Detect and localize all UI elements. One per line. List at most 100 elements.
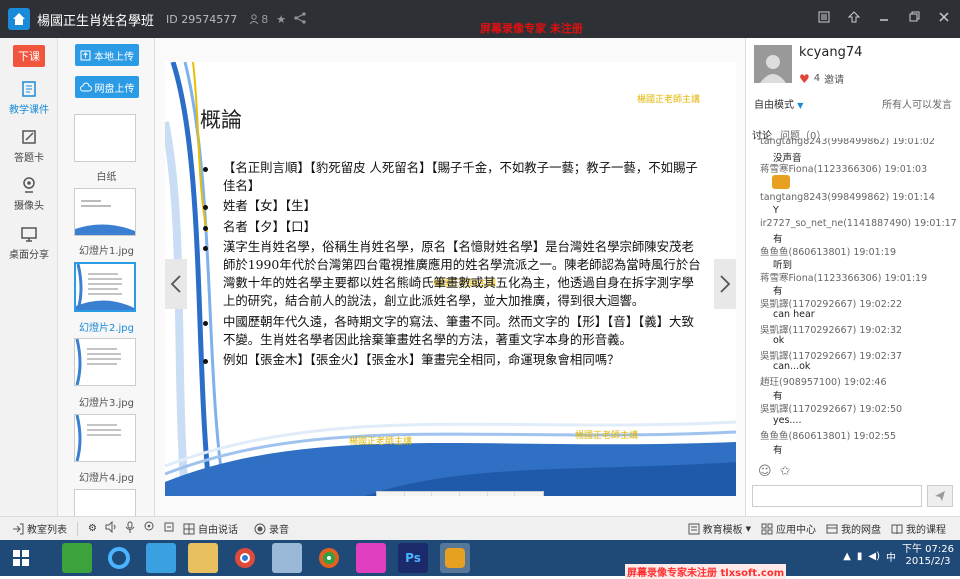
chat-body: can hear [773, 309, 815, 320]
my-cloud-label: 我的网盘 [841, 525, 881, 536]
my-cloud-button[interactable]: 我的网盘 [826, 521, 881, 536]
cloud-upload-button[interactable]: 网盘上传 [75, 76, 139, 98]
my-courses-button[interactable]: 我的课程 [891, 521, 946, 536]
thumb-slide-2[interactable] [74, 262, 136, 312]
camera-small-icon[interactable] [143, 521, 155, 536]
record-icon [254, 523, 266, 534]
app-center-label: 应用中心 [776, 525, 816, 536]
desktop-share-icon [20, 225, 38, 243]
thumb-label: 幻燈片1.jpg [78, 246, 134, 257]
classroom-app-icon[interactable] [440, 543, 470, 573]
free-speech-label: 自由说话 [197, 525, 238, 536]
clock[interactable]: 下午 07:26 2015/2/3 [902, 544, 954, 568]
chat-input[interactable] [752, 485, 922, 507]
calculator-icon[interactable] [272, 543, 302, 573]
chat-app-icon[interactable] [146, 543, 176, 573]
redo-icon[interactable] [488, 492, 516, 496]
prev-slide-button[interactable] [165, 259, 187, 309]
chat-header: 吳凱譯(1170292667) 19:02:37 [760, 351, 903, 362]
mic-icon[interactable] [125, 521, 135, 536]
username: kcyang74 [799, 45, 863, 60]
bullet-item: 中國歷朝年代久遠，各時期文字的寫法、筆畫不同。然而文字的【形】【音】【義】大致不… [203, 313, 703, 349]
color-wheel-icon[interactable] [314, 543, 344, 573]
emoticon-icon [772, 175, 790, 189]
volume-icon[interactable]: ◀) [868, 551, 880, 562]
record-label: 录音 [268, 525, 289, 536]
upload-icon[interactable] [846, 9, 862, 25]
star-icon[interactable]: ★ [276, 13, 286, 26]
thumb-slide-3[interactable] [74, 338, 136, 386]
nav-courseware[interactable]: 教学课件 [0, 80, 58, 116]
clock-date: 2015/2/3 [905, 556, 951, 567]
chat-body: yes.... [773, 415, 802, 426]
thumb-blank[interactable] [74, 114, 136, 162]
input-language[interactable]: 中 [886, 549, 896, 564]
ie-icon[interactable] [104, 543, 134, 573]
home-icon[interactable] [8, 8, 30, 30]
thumb-slide-4[interactable] [74, 414, 136, 462]
chevron-right-icon [720, 275, 731, 293]
invite-link[interactable]: 邀请 [824, 71, 844, 86]
star-icon[interactable]: ✩ [780, 464, 791, 479]
undo-icon[interactable] [460, 492, 488, 496]
notes-icon[interactable] [816, 9, 832, 25]
chat-body: ok [773, 335, 785, 346]
share-icon[interactable] [294, 11, 306, 27]
nav-answer-card[interactable]: 答题卡 [0, 128, 58, 164]
grid-icon [183, 523, 195, 534]
text-icon[interactable]: A [405, 492, 433, 496]
restore-icon[interactable] [906, 9, 922, 25]
chat-header: ir2727_so_net_ne(1141887490) 19:01:17 [760, 218, 957, 229]
pen-icon[interactable] [377, 492, 405, 496]
record-button[interactable]: 录音 [254, 521, 289, 536]
bottom-toolbar: 教室列表 ⚙ 自由说话 录音 教育模板 ▼ 应用中心 我的网盘 我的课程 [0, 516, 960, 540]
book-icon [891, 524, 903, 534]
free-speech-button[interactable]: 自由说话 [183, 521, 238, 536]
chat-header: 吳凱譯(1170292667) 19:02:50 [760, 404, 903, 415]
end-class-button[interactable]: 下课 [13, 45, 45, 67]
room-list-button[interactable]: 教室列表 [12, 521, 67, 536]
app-magenta-icon[interactable] [356, 543, 386, 573]
nav-desktop-share[interactable]: 桌面分享 [0, 225, 58, 261]
emoji-icon[interactable]: ☺ [758, 464, 772, 479]
avatar[interactable] [754, 45, 792, 83]
bullet-item: 【名正則言順】【豹死留皮 人死留名】【賜子千金，不如教子一藝；教子一藝，不如賜子… [203, 159, 703, 195]
system-tray: ▲ ▮ ◀) 中 下午 07:26 2015/2/3 [843, 544, 954, 568]
close-icon[interactable] [936, 9, 952, 25]
speaker-icon[interactable] [105, 520, 117, 536]
eraser-icon[interactable] [432, 492, 461, 496]
photoshop-icon[interactable]: Ps [398, 543, 428, 573]
folder-icon[interactable] [188, 543, 218, 573]
room-list-label: 教室列表 [27, 525, 67, 536]
hand-icon[interactable] [163, 521, 175, 536]
nav-camera[interactable]: 摄像头 [0, 176, 58, 212]
thumb-slide-5[interactable] [74, 489, 136, 516]
courseware-icon [20, 80, 38, 98]
chrome-icon[interactable] [230, 543, 260, 573]
lock-icon[interactable] [515, 492, 543, 496]
app-center-button[interactable]: 应用中心 [761, 521, 816, 536]
thumb-slide-1[interactable] [74, 188, 136, 236]
next-slide-button[interactable] [714, 259, 736, 309]
network-icon[interactable]: ▮ [857, 551, 863, 562]
send-button[interactable] [927, 485, 953, 507]
heart-icon[interactable]: ♥ [799, 72, 810, 86]
windows-start-icon[interactable] [6, 543, 36, 573]
gear-icon[interactable]: ⚙ [88, 523, 97, 534]
divider [77, 521, 78, 536]
app-green-icon[interactable] [62, 543, 92, 573]
mode-selector[interactable]: 自由模式 ▼ [754, 96, 803, 111]
minimize-icon[interactable] [876, 9, 892, 25]
mode-label: 自由模式 [754, 100, 794, 111]
edu-template-label: 教育模板 [702, 525, 743, 536]
thumb-label: 幻燈片3.jpg [78, 398, 134, 409]
edu-template-button[interactable]: 教育模板 ▼ [688, 521, 751, 536]
chat-header: tangtang8243(998499862) 19:01:02 [760, 138, 935, 147]
chevron-down-icon: ▼ [797, 101, 804, 110]
local-upload-button[interactable]: 本地上传 [75, 44, 139, 66]
slide-title: 概論 [200, 108, 242, 132]
tray-icon[interactable]: ▲ [843, 551, 851, 562]
chat-header: tangtang8243(998499862) 19:01:14 [760, 192, 935, 203]
my-courses-label: 我的课程 [906, 525, 946, 536]
chat-log: tangtang8243(998499862) 19:01:02 没声音 蒋雪寒… [746, 138, 960, 456]
